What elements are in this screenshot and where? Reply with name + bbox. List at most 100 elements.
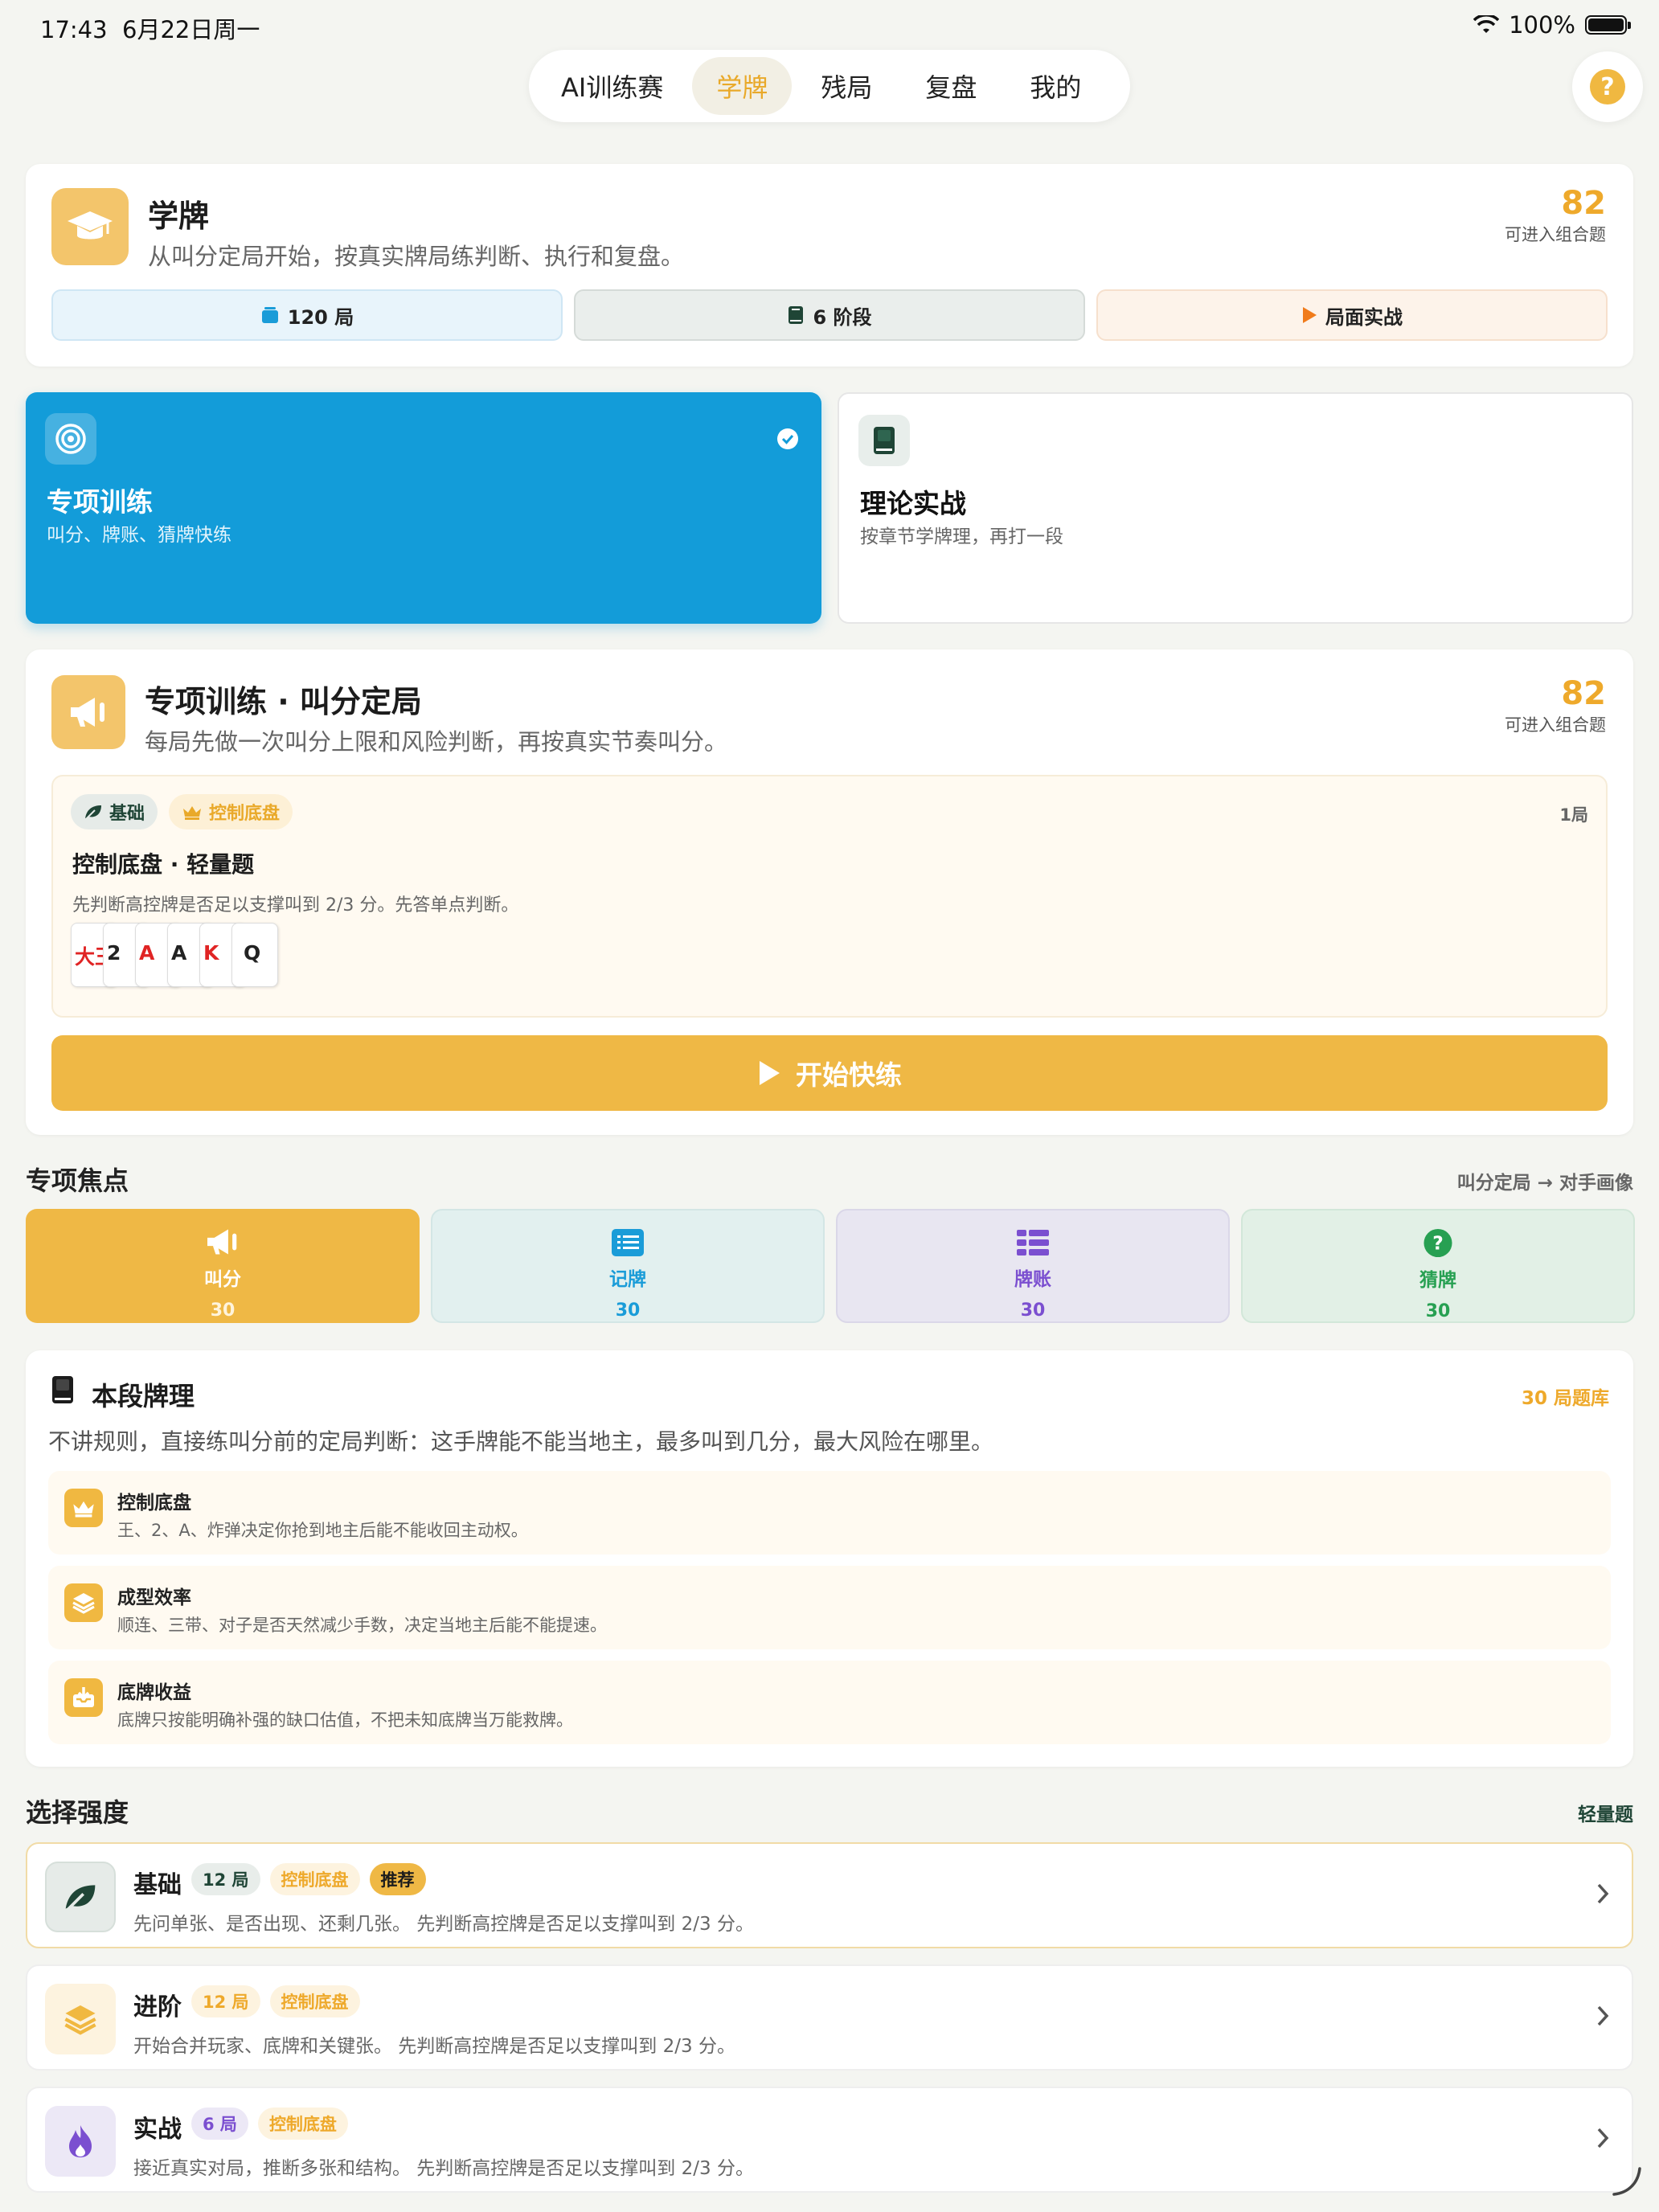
- hand-cards: 大王 2 A A K Q: [71, 923, 312, 990]
- level-count-tag: 6 局: [191, 2108, 248, 2140]
- level-title: 进阶: [133, 1993, 182, 2022]
- theory-item-title: 控制底盘: [117, 1493, 191, 1514]
- focus-path: 叫分定局 → 对手画像: [1456, 1173, 1633, 1194]
- start-quick-practice-button[interactable]: 开始快练: [51, 1035, 1608, 1111]
- score-block: 82 可进入组合题: [1505, 185, 1606, 246]
- tab-endgame[interactable]: 残局: [797, 57, 896, 115]
- level-desc: 接近真实对局，推断多张和结构。 先判断高控牌是否足以支撑叫到 2/3 分。: [133, 2158, 754, 2179]
- focus-tile-card-memory[interactable]: 记牌 30: [431, 1209, 825, 1323]
- topic-tag: 控制底盘: [169, 794, 293, 830]
- check-icon: [776, 428, 799, 453]
- mode-special-training[interactable]: 专项训练 叫分、牌账、猜牌快练: [26, 392, 821, 624]
- theory-item-desc: 王、2、A、炸弹决定你抢到地主后能不能收回主动权。: [117, 1521, 528, 1540]
- mode-title: 专项训练: [47, 486, 153, 518]
- graduation-cap-icon: [51, 188, 129, 265]
- level-advanced[interactable]: 进阶 12 局 控制底盘 开始合并玩家、底牌和关键张。 先判断高控牌是否足以支撑…: [26, 1964, 1633, 2071]
- theory-card: 本段牌理 30 局题库 不讲规则，直接练叫分前的定局判断：这手牌能不能当地主，最…: [26, 1350, 1633, 1767]
- svg-text:?: ?: [1432, 1231, 1444, 1254]
- book-icon: [789, 306, 804, 324]
- theory-item-title: 底牌收益: [117, 1682, 191, 1703]
- megaphone-icon: [51, 675, 125, 749]
- clock-date: 6月22日周一: [122, 16, 260, 43]
- stages-pill[interactable]: 6 阶段: [574, 289, 1085, 341]
- chevron-right-icon: [1597, 2005, 1609, 2026]
- play-icon: [1303, 307, 1317, 323]
- focus-label: 叫分: [204, 1269, 241, 1290]
- theory-item-desc: 顺连、三带、对子是否天然减少手数，决定当地主后能不能提速。: [117, 1616, 607, 1635]
- question-title: 控制底盘 · 轻量题: [72, 851, 255, 878]
- leaf-icon: [85, 805, 101, 819]
- rounds-pill-label: 120 局: [287, 305, 354, 329]
- level-topic-tag: 控制底盘: [269, 1985, 360, 2017]
- help-icon: ?: [1590, 69, 1625, 104]
- level-title: 实战: [133, 2116, 182, 2144]
- card-label: A: [139, 941, 155, 965]
- focus-tile-card-ledger[interactable]: 牌账 30: [836, 1209, 1230, 1323]
- tab-review[interactable]: 复盘: [901, 57, 1001, 115]
- layers-icon: [64, 1583, 103, 1622]
- level-tags: 12 局 控制底盘 推荐: [191, 1863, 426, 1895]
- training-score-block: 82 可进入组合题: [1505, 675, 1606, 736]
- theory-title: 本段牌理: [92, 1381, 195, 1411]
- card-label: K: [203, 941, 219, 965]
- status-indicators: 100%: [1473, 11, 1631, 39]
- focus-label: 猜牌: [1419, 1270, 1456, 1291]
- focus-tile-card-guessing[interactable]: ? 猜牌 30: [1241, 1209, 1635, 1323]
- help-button[interactable]: ?: [1572, 51, 1643, 122]
- intensity-current: 轻量题: [1578, 1804, 1633, 1825]
- megaphone-icon: [207, 1229, 237, 1255]
- training-card: 专项训练 · 叫分定局 每局先做一次叫分上限和风险判断，再按真实节奏叫分。 82…: [26, 649, 1633, 1135]
- focus-count: 30: [210, 1301, 236, 1321]
- mode-theory-practice[interactable]: 理论实战 按章节学牌理，再打一段: [838, 392, 1633, 624]
- chevron-right-icon: [1597, 1883, 1609, 1904]
- level-count-tag: 12 局: [191, 1863, 260, 1895]
- rounds-pill[interactable]: 120 局: [51, 289, 563, 341]
- crown-icon: [64, 1489, 103, 1527]
- playing-card: Q: [231, 923, 278, 987]
- page-title: 学牌: [148, 199, 210, 234]
- focus-section-title: 专项焦点: [26, 1165, 129, 1196]
- recommended-badge: 推荐: [369, 1863, 426, 1895]
- level-tags: 6 局 控制底盘: [191, 2108, 348, 2140]
- level-basic[interactable]: 基础 12 局 控制底盘 推荐 先问单张、是否出现、还剩几张。 先判断高控牌是否…: [26, 1842, 1633, 1948]
- tab-learn[interactable]: 学牌: [692, 57, 793, 115]
- level-tag-label: 基础: [109, 804, 145, 824]
- chevron-right-icon: [1597, 2128, 1609, 2149]
- clock-time: 17:43: [40, 16, 108, 43]
- start-button-label: 开始快练: [796, 1059, 902, 1091]
- training-score-value: 82: [1561, 675, 1606, 712]
- leaf-icon: [45, 1862, 116, 1932]
- training-subtitle: 每局先做一次叫分上限和风险判断，再按真实节奏叫分。: [145, 728, 728, 756]
- theory-item-kitty: 底牌收益 底牌只按能明确补强的缺口估值，不把未知底牌当万能救牌。: [48, 1661, 1611, 1744]
- target-icon: [45, 413, 96, 465]
- level-tags: 12 局 控制底盘: [191, 1985, 360, 2017]
- level-combat[interactable]: 实战 6 局 控制底盘 接近真实对局，推断多张和结构。 先判断高控牌是否足以支撑…: [26, 2087, 1633, 2193]
- tab-me[interactable]: 我的: [1006, 57, 1105, 115]
- focus-label: 牌账: [1014, 1269, 1051, 1290]
- question-preview[interactable]: 基础 控制底盘 1局 控制底盘 · 轻量题 先判断高控牌是否足以支撑叫到 2/3…: [51, 775, 1608, 1018]
- level-title: 基础: [133, 1871, 182, 1899]
- card-label: Q: [244, 941, 261, 965]
- card-label: 2: [107, 941, 121, 965]
- score-label: 可进入组合题: [1505, 225, 1606, 244]
- tab-ai-match[interactable]: AI训练赛: [537, 57, 687, 115]
- focus-count: 30: [615, 1301, 641, 1321]
- level-desc: 开始合并玩家、底牌和关键张。 先判断高控牌是否足以支撑叫到 2/3 分。: [133, 2036, 735, 2057]
- level-count-tag: 12 局: [191, 1985, 260, 2017]
- crown-icon: [183, 806, 202, 820]
- card-label: A: [171, 941, 187, 965]
- situation-pill-label: 局面实战: [1325, 305, 1403, 329]
- intensity-section-title: 选择强度: [26, 1797, 129, 1828]
- theory-bank: 30 局题库: [1521, 1388, 1609, 1409]
- level-desc: 先问单张、是否出现、还剩几张。 先判断高控牌是否足以支撑叫到 2/3 分。: [133, 1914, 754, 1935]
- learn-header-card: 学牌 从叫分定局开始，按真实牌局练判断、执行和复盘。 82 可进入组合题 120…: [26, 164, 1633, 367]
- resize-handle-icon[interactable]: [1611, 2165, 1643, 2198]
- theory-item-desc: 底牌只按能明确补强的缺口估值，不把未知底牌当万能救牌。: [117, 1710, 573, 1730]
- focus-label: 记牌: [609, 1269, 646, 1290]
- situation-pill[interactable]: 局面实战: [1096, 289, 1608, 341]
- wifi-icon: [1473, 15, 1500, 33]
- play-icon: [760, 1061, 780, 1085]
- theory-intro: 不讲规则，直接练叫分前的定局判断：这手牌能不能当地主，最多叫到几分，最大风险在哪…: [48, 1428, 994, 1455]
- focus-tile-bidding[interactable]: 叫分 30: [26, 1209, 420, 1323]
- battery-icon: [1585, 15, 1631, 35]
